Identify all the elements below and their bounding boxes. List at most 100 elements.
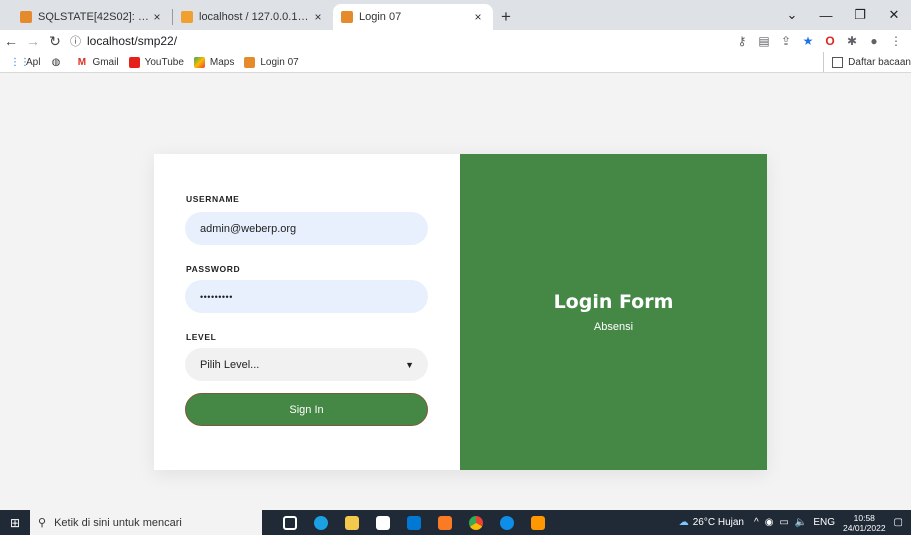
bookmark-apps[interactable]: ⋮⋮ Apl — [10, 57, 40, 68]
bookmark-label: YouTube — [144, 56, 184, 68]
window-controls: ⌄ — ❐ ✕ — [775, 0, 911, 30]
taskbar-search[interactable]: ⚲ Ketik di sini untuk mencari — [30, 510, 262, 535]
search-icon: ⚲ — [38, 517, 47, 529]
share-icon[interactable]: ⇪ — [775, 34, 797, 48]
system-tray: ☁ 26°C Hujan ^ ◉ ▭ 🔈 ENG 10:58 24/01/202… — [679, 510, 911, 535]
minimize-button[interactable]: — — [809, 8, 843, 23]
youtube-icon — [128, 56, 140, 68]
edge-icon[interactable] — [305, 515, 336, 530]
close-window-button[interactable]: ✕ — [877, 7, 911, 23]
store-icon[interactable] — [367, 515, 398, 530]
reload-icon[interactable]: ↻ — [44, 33, 66, 50]
network-icon[interactable]: ◉ — [765, 517, 774, 528]
tab-favicon-icon — [20, 11, 32, 23]
phpmyadmin-icon — [181, 11, 193, 23]
chevron-down-icon: ▼ — [405, 359, 414, 370]
file-explorer-icon[interactable] — [336, 515, 367, 530]
search-placeholder: Ketik di sini untuk mencari — [54, 516, 182, 529]
username-input[interactable]: admin@weberp.org — [185, 212, 428, 245]
chrome-icon[interactable] — [460, 515, 491, 530]
taskbar: ⊞ ⚲ Ketik di sini untuk mencari ☁ 26°C H… — [0, 510, 911, 535]
reading-list[interactable]: Daftar bacaan — [823, 52, 911, 72]
banner-title: Login Form — [553, 291, 674, 313]
login-banner: Login Form Absensi — [460, 154, 767, 470]
new-tab-button[interactable]: + — [493, 4, 519, 30]
bookmarks-bar: ⋮⋮ Apl ◍ M Gmail YouTube Maps Login 07 D… — [0, 52, 911, 73]
teamviewer-icon[interactable] — [491, 515, 522, 530]
gmail-icon: M — [77, 56, 87, 68]
bookmark-gmail[interactable]: M Gmail — [76, 56, 119, 68]
bookmark-youtube[interactable]: YouTube — [128, 56, 184, 68]
password-label: PASSWORD — [186, 264, 241, 274]
bookmark-globe[interactable]: ◍ — [50, 57, 66, 68]
toolbar-icons: ⚷ ▤ ⇪ ★ O ✱ ● ⋮ — [731, 34, 907, 48]
clock-time: 10:58 — [853, 512, 875, 523]
bookmark-label: Maps — [209, 56, 235, 68]
forward-icon[interactable]: → — [22, 33, 44, 49]
volume-icon[interactable]: 🔈 — [795, 517, 807, 528]
address-bar[interactable]: ⓘ localhost/smp22/ — [70, 33, 731, 49]
globe-icon: ◍ — [51, 56, 61, 68]
bookmark-label: Login 07 — [260, 56, 299, 68]
translate-icon[interactable]: ▤ — [753, 34, 775, 48]
url-text: localhost/smp22/ — [87, 34, 178, 48]
clock-date: 24/01/2022 — [843, 522, 886, 533]
level-label: LEVEL — [186, 332, 217, 342]
apps-grid-icon: ⋮⋮ — [10, 56, 30, 68]
opera-extension-icon[interactable]: O — [819, 34, 841, 48]
username-value: admin@weberp.org — [200, 222, 297, 235]
bookmark-label: Apl — [26, 56, 41, 68]
tab-search-icon[interactable]: ⌄ — [775, 7, 809, 23]
weather-icon[interactable]: ☁ — [679, 517, 689, 528]
password-input[interactable]: ••••••••• — [185, 280, 428, 313]
task-view-icon[interactable] — [274, 515, 305, 530]
clock[interactable]: 10:58 24/01/2022 — [843, 513, 886, 533]
tray-chevron-icon[interactable]: ^ — [754, 517, 759, 528]
tab-sqlstate[interactable]: SQLSTATE[42S02]: Base table × — [12, 4, 172, 30]
username-label: USERNAME — [186, 194, 240, 204]
site-info-icon[interactable]: ⓘ — [70, 33, 81, 49]
tab-close-icon[interactable]: × — [471, 10, 485, 24]
tab-title: SQLSTATE[42S02]: Base table — [38, 11, 150, 23]
password-value: ••••••••• — [200, 291, 233, 302]
tab-close-icon[interactable]: × — [311, 10, 325, 24]
taskbar-apps — [274, 515, 553, 530]
banner-subtitle: Absensi — [593, 321, 634, 333]
bookmark-login07[interactable]: Login 07 — [244, 56, 299, 68]
login-favicon-icon — [244, 56, 256, 68]
login-card: USERNAME admin@weberp.org PASSWORD •••••… — [154, 154, 767, 470]
notifications-icon[interactable]: ▢ — [894, 517, 903, 528]
login-form: USERNAME admin@weberp.org PASSWORD •••••… — [154, 154, 460, 470]
windows-start-icon[interactable]: ⊞ — [0, 516, 30, 530]
maps-icon — [193, 56, 205, 68]
maximize-button[interactable]: ❐ — [843, 7, 877, 23]
weather-text[interactable]: 26°C Hujan — [693, 517, 744, 528]
menu-icon[interactable]: ⋮ — [885, 34, 907, 48]
tab-close-icon[interactable]: × — [150, 10, 164, 24]
bookmark-label: Gmail — [92, 56, 119, 68]
profile-avatar[interactable]: ● — [863, 34, 885, 48]
bookmark-star-icon[interactable]: ★ — [797, 34, 819, 48]
level-select[interactable]: Pilih Level... ▼ — [185, 348, 428, 381]
reading-list-icon — [832, 56, 844, 68]
extensions-icon[interactable]: ✱ — [841, 34, 863, 48]
reading-list-label: Daftar bacaan — [848, 56, 911, 68]
sign-in-button[interactable]: Sign In — [185, 393, 428, 426]
sublime-icon[interactable] — [522, 515, 553, 530]
battery-icon[interactable]: ▭ — [779, 517, 788, 528]
mail-icon[interactable] — [398, 515, 429, 530]
tab-login[interactable]: Login 07 × — [333, 4, 493, 30]
language-indicator[interactable]: ENG — [813, 517, 835, 528]
page-body: USERNAME admin@weberp.org PASSWORD •••••… — [0, 73, 911, 510]
xampp-icon[interactable] — [429, 515, 460, 530]
tab-title: localhost / 127.0.0.1 / absensi2 / — [199, 11, 311, 23]
back-icon[interactable]: ← — [0, 33, 22, 49]
tab-strip: SQLSTATE[42S02]: Base table × localhost … — [0, 0, 911, 30]
tab-title: Login 07 — [359, 11, 402, 23]
tab-phpmyadmin[interactable]: localhost / 127.0.0.1 / absensi2 / × — [173, 4, 333, 30]
browser-toolbar: ← → ↻ ⓘ localhost/smp22/ ⚷ ▤ ⇪ ★ O ✱ ● ⋮ — [0, 30, 911, 52]
bookmark-maps[interactable]: Maps — [193, 56, 235, 68]
tab-favicon-icon — [341, 11, 353, 23]
level-selected: Pilih Level... — [200, 358, 260, 371]
key-icon[interactable]: ⚷ — [731, 34, 753, 48]
